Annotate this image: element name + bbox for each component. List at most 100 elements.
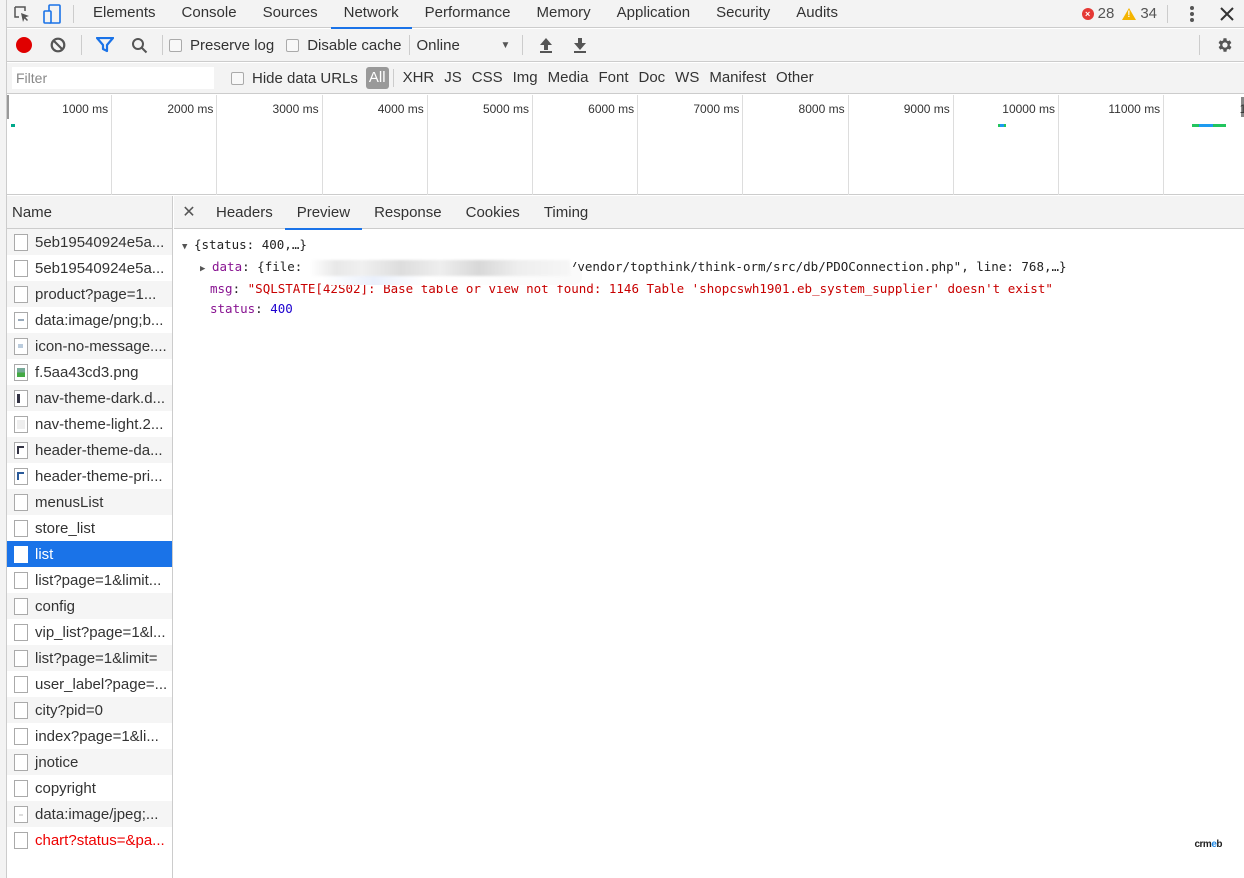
filter-toggle-button[interactable] bbox=[88, 29, 122, 62]
request-row[interactable]: user_label?page=... bbox=[7, 671, 172, 697]
collapse-triangle-icon[interactable]: ▶ bbox=[200, 259, 212, 279]
request-row[interactable]: nav-theme-light.2... bbox=[7, 411, 172, 437]
tab-elements[interactable]: Elements bbox=[80, 0, 169, 28]
tab-audits[interactable]: Audits bbox=[783, 0, 851, 28]
close-devtools-button[interactable] bbox=[1210, 0, 1244, 28]
request-list: Name 5eb19540924e5a... 5eb19540924e5a... p… bbox=[7, 196, 173, 878]
overview-tick-label: 1000 ms bbox=[62, 102, 109, 116]
divider bbox=[392, 69, 394, 87]
type-filter-media[interactable]: Media bbox=[543, 67, 594, 89]
request-row[interactable]: f.5aa43cd3.png bbox=[7, 359, 172, 385]
type-filter-css[interactable]: CSS bbox=[467, 67, 508, 89]
type-filter-doc[interactable]: Doc bbox=[633, 67, 670, 89]
type-filter-manifest[interactable]: Manifest bbox=[704, 67, 771, 89]
tab-application[interactable]: Application bbox=[604, 0, 703, 28]
type-filter-font[interactable]: Font bbox=[593, 67, 633, 89]
overview-interval: 2000 ms bbox=[112, 95, 218, 195]
request-row[interactable]: city?pid=0 bbox=[7, 697, 172, 723]
inspect-element-button[interactable] bbox=[7, 0, 37, 28]
checkbox-box[interactable] bbox=[286, 38, 300, 52]
detail-tab-response[interactable]: Response bbox=[362, 196, 454, 229]
throttling-value: Online bbox=[416, 36, 460, 54]
type-filter-js[interactable]: JS bbox=[439, 67, 467, 89]
request-row[interactable]: config bbox=[7, 593, 172, 619]
crmeb-watermark-logo: crmeb bbox=[1194, 839, 1222, 850]
file-icon bbox=[14, 571, 28, 589]
console-counts[interactable]: × 28 ! 34 bbox=[1081, 5, 1157, 22]
request-row[interactable]: chart?status=&pa... bbox=[7, 827, 172, 853]
import-har-button[interactable] bbox=[529, 29, 563, 62]
request-row[interactable]: header-theme-da... bbox=[7, 437, 172, 463]
hide-data-urls-checkbox[interactable]: Hide data URLs bbox=[231, 70, 358, 87]
name-column-header[interactable]: Name bbox=[7, 196, 172, 229]
tab-sources[interactable]: Sources bbox=[250, 0, 331, 28]
request-row[interactable]: product?page=1... bbox=[7, 281, 172, 307]
request-row[interactable]: vip_list?page=1&l... bbox=[7, 619, 172, 645]
checkbox-box[interactable] bbox=[169, 38, 182, 52]
clear-button[interactable] bbox=[41, 29, 75, 62]
checkbox-box[interactable] bbox=[231, 71, 244, 85]
throttling-select[interactable]: Online ▼ bbox=[416, 37, 516, 54]
request-row[interactable]: data:image/jpeg;... bbox=[7, 801, 172, 827]
disable-cache-checkbox[interactable]: Disable cache bbox=[286, 37, 401, 54]
request-row[interactable]: index?page=1&li... bbox=[7, 723, 172, 749]
expand-triangle-icon[interactable]: ▼ bbox=[182, 237, 194, 257]
request-row[interactable]: list?page=1&limit... bbox=[7, 567, 172, 593]
main-tabs: Elements Console Sources Network Performance… bbox=[80, 0, 851, 29]
request-row[interactable]: 5eb19540924e5a... bbox=[7, 229, 172, 255]
filter-icon bbox=[96, 37, 114, 53]
preserve-log-checkbox[interactable]: Preserve log bbox=[169, 37, 274, 54]
type-filter-xhr[interactable]: XHR bbox=[398, 67, 440, 89]
type-filter-img[interactable]: Img bbox=[508, 67, 543, 89]
type-filter-ws[interactable]: WS bbox=[670, 67, 704, 89]
record-button[interactable] bbox=[7, 29, 41, 62]
type-filter-all[interactable]: All bbox=[365, 67, 389, 89]
filter-input[interactable] bbox=[12, 67, 214, 89]
overview-tick-label: 4000 ms bbox=[377, 102, 424, 116]
tab-performance[interactable]: Performance bbox=[412, 0, 524, 28]
detail-tab-cookies[interactable]: Cookies bbox=[454, 196, 532, 229]
detail-tab-preview[interactable]: Preview bbox=[284, 196, 363, 230]
tab-memory[interactable]: Memory bbox=[524, 0, 604, 28]
export-har-button[interactable] bbox=[563, 29, 597, 62]
request-row[interactable]: jnotice bbox=[7, 749, 172, 775]
network-overview-timeline[interactable]: 1000 ms 2000 ms 3000 ms 4000 ms 5000 ms 6000 … bbox=[7, 95, 1244, 195]
close-detail-button[interactable]: ✕ bbox=[174, 202, 204, 222]
type-filter-other[interactable]: Other bbox=[771, 67, 819, 89]
request-row[interactable]: list?page=1&limit= bbox=[7, 645, 172, 671]
download-icon bbox=[574, 38, 587, 53]
request-row[interactable]: copyright bbox=[7, 775, 172, 801]
request-name: 5eb19540924e5a... bbox=[35, 259, 165, 277]
request-row[interactable]: list bbox=[7, 541, 172, 567]
tab-network[interactable]: Network bbox=[330, 0, 412, 29]
search-button[interactable] bbox=[122, 29, 156, 62]
json-preview: ▼ {status: 400,…} ▶ data: {file: /vendor/t… bbox=[174, 229, 1244, 319]
request-name: city?pid=0 bbox=[35, 701, 103, 719]
network-toolbar: Preserve log Disable cache Online ▼ bbox=[7, 29, 1244, 62]
filter-bar: Hide data URLs All XHRJSCSSImgMediaFontDo… bbox=[7, 63, 1244, 94]
overview-tick-label: 6000 ms bbox=[588, 102, 635, 116]
image-icon bbox=[14, 311, 28, 329]
detail-tab-timing[interactable]: Timing bbox=[532, 196, 600, 229]
tab-console[interactable]: Console bbox=[169, 0, 250, 28]
request-row[interactable]: menusList bbox=[7, 489, 172, 515]
request-row[interactable]: data:image/png;b... bbox=[7, 307, 172, 333]
more-menu-button[interactable] bbox=[1174, 0, 1210, 28]
disable-cache-label: Disable cache bbox=[307, 36, 402, 54]
request-name: header-theme-da... bbox=[35, 441, 163, 459]
detail-tabs: ✕ Headers Preview Response Cookies Timing bbox=[174, 196, 1244, 230]
file-icon bbox=[14, 727, 28, 745]
request-row[interactable]: nav-theme-dark.d... bbox=[7, 385, 172, 411]
divider bbox=[1199, 35, 1200, 55]
request-name: index?page=1&li... bbox=[35, 727, 159, 745]
request-row[interactable]: store_list bbox=[7, 515, 172, 541]
request-row[interactable]: icon-no-message.... bbox=[7, 333, 172, 359]
network-settings-button[interactable] bbox=[1206, 29, 1244, 62]
device-toolbar-button[interactable] bbox=[37, 0, 67, 28]
tab-security[interactable]: Security bbox=[703, 0, 783, 28]
preserve-log-label: Preserve log bbox=[190, 36, 275, 54]
detail-tab-headers[interactable]: Headers bbox=[204, 196, 285, 229]
request-row[interactable]: header-theme-pri... bbox=[7, 463, 172, 489]
request-row[interactable]: 5eb19540924e5a... bbox=[7, 255, 172, 281]
json-root-line[interactable]: ▼ {status: 400,…} bbox=[182, 235, 1244, 257]
